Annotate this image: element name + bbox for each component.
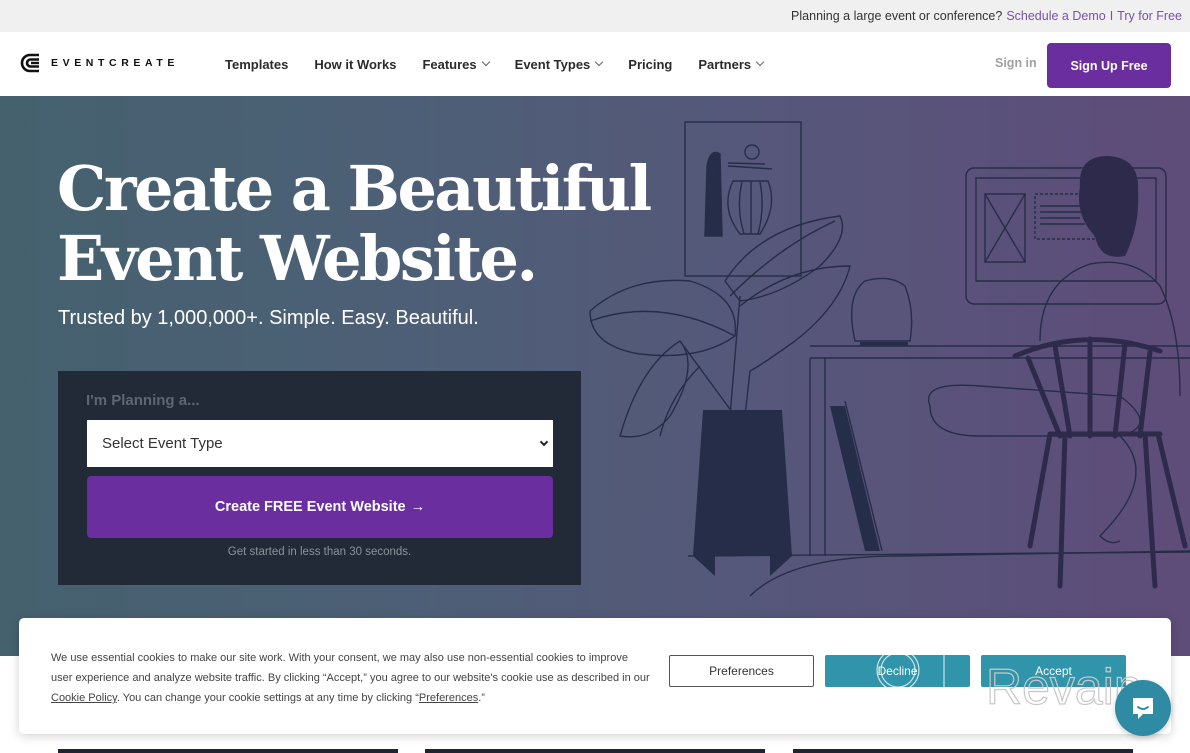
nav-item-pricing[interactable]: Pricing: [628, 57, 672, 72]
chevron-down-icon: [755, 57, 765, 67]
nav-item-label: How it Works: [314, 56, 397, 72]
feature-card: [793, 749, 1133, 753]
preferences-link[interactable]: Preferences: [419, 692, 478, 704]
rug-icon: [749, 550, 1190, 597]
hero-subtitle: Trusted by 1,000,000+. Simple. Easy. Bea…: [58, 307, 479, 329]
nav-item-how-it-works[interactable]: How it Works: [314, 57, 396, 72]
accept-button[interactable]: Accept: [981, 655, 1126, 687]
chair-icon: [1012, 336, 1188, 589]
main-navbar: EVENTCREATE Templates How it Works Featu…: [0, 32, 1190, 96]
feature-card: [425, 749, 765, 753]
cookie-text-part: We use essential cookies to make our sit…: [51, 652, 650, 684]
arrow-right-icon: →: [410, 499, 426, 515]
hero-title-line1: Create a Beautiful: [57, 152, 652, 225]
schedule-demo-link[interactable]: Schedule a Demo: [1006, 9, 1105, 23]
chat-icon: [1133, 698, 1153, 719]
lamp-icon: [850, 277, 913, 342]
nav-item-label: Partners: [698, 56, 752, 72]
separator: I: [1109, 9, 1114, 23]
chat-widget-button[interactable]: [1115, 680, 1171, 736]
select-value: Select Event Type: [102, 435, 223, 452]
plant-pot-icon: [693, 410, 792, 576]
cookie-message: We use essential cookies to make our sit…: [51, 648, 651, 708]
create-event-website-button[interactable]: Create FREE Event Website →: [87, 476, 553, 538]
workspace-illustration: [589, 121, 1190, 597]
cookie-text-part: .”: [478, 692, 485, 704]
cta-label: Create FREE Event Website: [214, 499, 406, 515]
hero-section: Create a Beautiful Event Website. Truste…: [0, 96, 1190, 656]
preferences-button[interactable]: Preferences: [669, 655, 814, 687]
nav-item-features[interactable]: Features: [422, 56, 490, 72]
brand-name: EVENTCREATE: [51, 57, 179, 69]
nav-item-label: Features: [422, 56, 477, 72]
cookie-consent-banner: We use essential cookies to make our sit…: [19, 618, 1171, 734]
nav-item-label: Event Types: [514, 56, 591, 72]
nav-links: Templates How it Works Features Event Ty…: [225, 32, 789, 96]
cookie-policy-link[interactable]: Cookie Policy: [51, 692, 117, 704]
nav-item-partners[interactable]: Partners: [698, 56, 765, 72]
chevron-down-icon: [539, 437, 549, 447]
feature-card: [58, 749, 398, 753]
event-type-select[interactable]: Select Event Type: [87, 420, 553, 467]
nav-item-label: Pricing: [628, 56, 673, 72]
sign-up-button[interactable]: Sign Up Free: [1047, 43, 1171, 88]
chevron-down-icon: [481, 57, 490, 67]
eventcreate-logo-icon: [20, 53, 39, 73]
hero-title: Create a Beautiful Event Website.: [57, 152, 652, 295]
wall-art-icon: [684, 121, 802, 277]
brand-logo[interactable]: EVENTCREATE: [20, 52, 179, 74]
announcement-bar: Planning a large event or conference? Sc…: [0, 0, 1190, 32]
nav-item-label: Templates: [225, 56, 289, 72]
chevron-down-icon: [595, 57, 604, 67]
try-for-free-link[interactable]: Try for Free: [1117, 9, 1182, 23]
event-type-form: I'm Planning a... Select Event Type Crea…: [58, 371, 581, 585]
sign-in-link[interactable]: Sign in: [995, 56, 1037, 70]
nav-item-event-types[interactable]: Event Types: [514, 56, 604, 72]
cookie-text-part: . You can change your cookie settings at…: [116, 692, 419, 704]
announcement-text: Planning a large event or conference?: [791, 9, 1003, 23]
hero-title-line2: Event Website.: [57, 222, 538, 295]
form-label: I'm Planning a...: [86, 392, 200, 409]
form-note: Get started in less than 30 seconds.: [227, 546, 412, 558]
nav-item-templates[interactable]: Templates: [225, 57, 288, 72]
decline-button[interactable]: Decline: [825, 655, 970, 687]
